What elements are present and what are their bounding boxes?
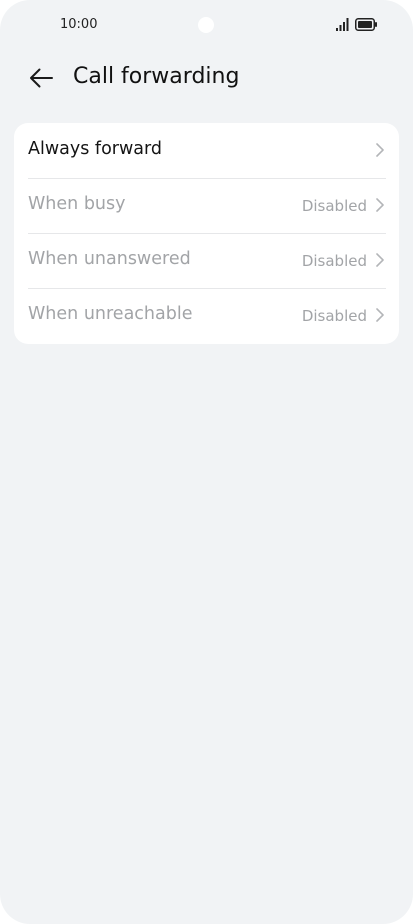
forward-options-list: Always forward When busy Disabled When u… (14, 123, 399, 344)
when-busy-row[interactable]: When busy Disabled (14, 178, 399, 233)
when-unanswered-row[interactable]: When unanswered Disabled (14, 233, 399, 288)
app-header: Call forwarding (0, 55, 413, 101)
when-unreachable-label: When unreachable (28, 304, 193, 324)
phone-screen: 10:00 Call forwarding Always forward Whe… (0, 0, 413, 924)
front-camera-cutout (198, 17, 214, 33)
back-button[interactable] (26, 63, 56, 93)
when-unanswered-label: When unanswered (28, 249, 191, 269)
chevron-right-icon (376, 143, 384, 157)
signal-bars-icon (336, 18, 349, 31)
when-unreachable-row[interactable]: When unreachable Disabled (14, 288, 399, 343)
when-busy-label: When busy (28, 194, 126, 214)
always-forward-row[interactable]: Always forward (14, 123, 399, 178)
when-unanswered-status: Disabled (301, 252, 367, 270)
when-unreachable-status: Disabled (301, 307, 367, 325)
status-bar: 10:00 (0, 0, 413, 50)
status-time: 10:00 (60, 17, 98, 32)
page-title: Call forwarding (73, 64, 240, 89)
battery-icon (355, 18, 377, 31)
back-arrow-icon (30, 68, 53, 88)
chevron-right-icon (376, 253, 384, 267)
chevron-right-icon (376, 198, 384, 212)
chevron-right-icon (376, 308, 384, 322)
always-forward-label: Always forward (28, 139, 163, 159)
when-busy-status: Disabled (301, 197, 367, 215)
